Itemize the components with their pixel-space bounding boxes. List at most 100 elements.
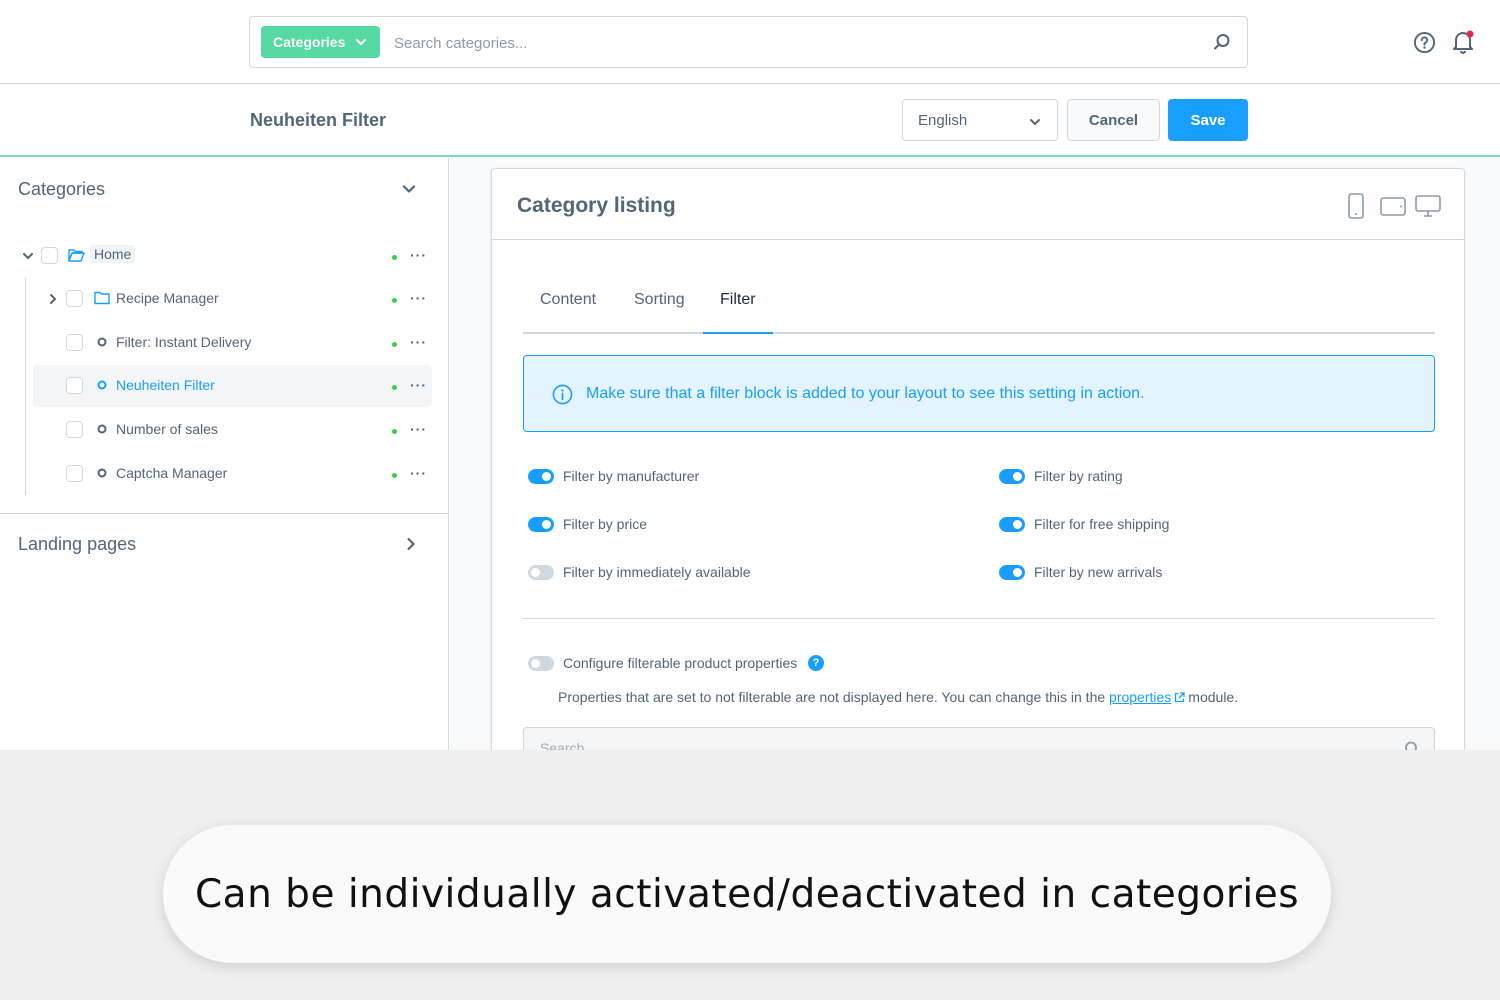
more-actions-icon[interactable]: ···: [410, 290, 427, 306]
status-dot: [392, 429, 397, 434]
toggle-label: Filter by rating: [1034, 468, 1123, 484]
toggle-filter-new-arrivals[interactable]: [999, 565, 1025, 580]
card-header: Category listing: [492, 169, 1464, 240]
tree-item-captcha-manager[interactable]: Captcha Manager ···: [33, 453, 432, 495]
tree-item-recipe-manager[interactable]: Recipe Manager ···: [33, 278, 432, 320]
more-actions-icon[interactable]: ···: [410, 334, 427, 350]
chevron-down-icon: [356, 39, 367, 45]
top-bar: Categories: [0, 0, 1500, 84]
app-window: Categories Neuheiten Filter English Canc…: [0, 0, 1500, 750]
tree-item-label: Number of sales: [116, 421, 218, 437]
sidebar-heading-landing-pages[interactable]: Landing pages: [18, 534, 136, 555]
tab-content[interactable]: Content: [523, 291, 613, 334]
tree-checkbox[interactable]: [66, 465, 83, 482]
leaf-node-icon: [97, 468, 107, 478]
status-dot: [392, 342, 397, 347]
leaf-node-icon: [97, 337, 107, 347]
tab-filter[interactable]: Filter: [703, 291, 773, 334]
tree-guide-line: [25, 278, 26, 495]
tree-checkbox[interactable]: [66, 334, 83, 351]
external-link-icon[interactable]: [1174, 692, 1185, 703]
search-icon[interactable]: [1213, 33, 1231, 51]
info-icon: [552, 384, 573, 405]
mobile-view-icon[interactable]: [1348, 193, 1364, 219]
save-button[interactable]: Save: [1168, 99, 1248, 141]
language-select[interactable]: English: [902, 99, 1058, 141]
more-actions-icon[interactable]: ···: [410, 247, 427, 263]
toggle-label: Filter by new arrivals: [1034, 564, 1163, 580]
search-type-label: Categories: [273, 34, 346, 50]
tree-item-label: Filter: Instant Delivery: [116, 334, 252, 350]
page-header: Neuheiten Filter English Cancel Save: [0, 84, 1500, 157]
property-search-field: [523, 727, 1435, 750]
chevron-right-icon[interactable]: [47, 293, 59, 305]
cancel-button[interactable]: Cancel: [1067, 99, 1160, 141]
bell-icon[interactable]: [1451, 29, 1475, 54]
chevron-right-icon[interactable]: [404, 537, 418, 551]
leaf-node-icon: [97, 380, 107, 390]
folder-open-icon: [68, 249, 85, 262]
toggle-label: Configure filterable product properties: [563, 655, 798, 671]
status-dot: [392, 385, 397, 390]
caption-text: Can be individually activated/deactivate…: [194, 871, 1300, 917]
toggle-filter-manufacturer[interactable]: [528, 469, 554, 484]
chevron-down-icon[interactable]: [402, 182, 416, 196]
global-search-bar: Categories: [249, 16, 1248, 68]
search-type-dropdown[interactable]: Categories: [261, 26, 380, 58]
tree-checkbox[interactable]: [66, 290, 83, 307]
language-value: English: [918, 111, 968, 129]
tree-item-label: Home: [90, 245, 136, 263]
tree-item-home[interactable]: Home ···: [15, 235, 432, 277]
sidebar: Categories Home ··· Recipe Manager ··· F…: [0, 158, 449, 750]
properties-link[interactable]: properties: [1109, 689, 1171, 705]
status-dot: [392, 255, 397, 260]
toggle-label: Filter for free shipping: [1034, 516, 1170, 532]
tree-checkbox[interactable]: [41, 247, 58, 264]
tab-sorting[interactable]: Sorting: [617, 291, 702, 334]
toggle-filter-price[interactable]: [528, 517, 554, 532]
card-title: Category listing: [517, 194, 676, 217]
tree-item-filter-instant-delivery[interactable]: Filter: Instant Delivery ···: [33, 322, 432, 364]
more-actions-icon[interactable]: ···: [410, 465, 427, 481]
tablet-view-icon[interactable]: [1380, 197, 1406, 216]
desktop-view-icon[interactable]: [1415, 195, 1441, 217]
chevron-down-icon: [1030, 119, 1040, 125]
status-dot: [392, 473, 397, 478]
help-icon[interactable]: [1413, 31, 1436, 54]
caption-banner: Can be individually activated/deactivate…: [163, 825, 1331, 963]
tree-checkbox[interactable]: [66, 377, 83, 394]
status-dot: [392, 298, 397, 303]
sidebar-heading-categories[interactable]: Categories: [18, 179, 105, 200]
toggle-configure-properties[interactable]: [528, 656, 554, 671]
toggle-label: Filter by immediately available: [563, 564, 751, 580]
folder-icon: [94, 291, 110, 305]
page-title: Neuheiten Filter: [250, 110, 387, 130]
properties-hint-text: Properties that are set to not filterabl…: [558, 689, 1106, 705]
tree-item-label: Captcha Manager: [116, 465, 228, 481]
search-input[interactable]: [394, 31, 1174, 55]
main-content: Category listing Content Sorting Filter …: [450, 158, 1500, 750]
chevron-down-icon[interactable]: [22, 250, 34, 262]
sidebar-divider: [0, 513, 448, 514]
properties-hint-suffix: module.: [1188, 689, 1239, 705]
category-listing-card: Category listing Content Sorting Filter …: [491, 168, 1465, 750]
properties-hint: Properties that are set to not filterabl…: [558, 689, 1238, 705]
toggle-label: Filter by price: [563, 516, 648, 532]
toggle-filter-immediately-available[interactable]: [528, 565, 554, 580]
toggle-label: Filter by manufacturer: [563, 468, 700, 484]
property-search-input[interactable]: [540, 740, 1240, 750]
help-tooltip-icon[interactable]: ?: [808, 655, 824, 671]
tab-bar: Content Sorting Filter: [523, 279, 1435, 334]
more-actions-icon[interactable]: ···: [410, 377, 427, 393]
more-actions-icon[interactable]: ···: [410, 421, 427, 437]
tree-item-label: Neuheiten Filter: [116, 377, 215, 393]
toggle-filter-free-shipping[interactable]: [999, 517, 1025, 532]
toggle-filter-rating[interactable]: [999, 469, 1025, 484]
tree-item-neuheiten-filter[interactable]: Neuheiten Filter ···: [33, 365, 432, 407]
tree-item-number-of-sales[interactable]: Number of sales ···: [33, 409, 432, 451]
info-alert: Make sure that a filter block is added t…: [523, 355, 1435, 432]
section-divider: [523, 618, 1435, 619]
search-icon[interactable]: [1402, 741, 1418, 750]
tree-checkbox[interactable]: [66, 421, 83, 438]
tree-item-label: Recipe Manager: [116, 290, 219, 306]
